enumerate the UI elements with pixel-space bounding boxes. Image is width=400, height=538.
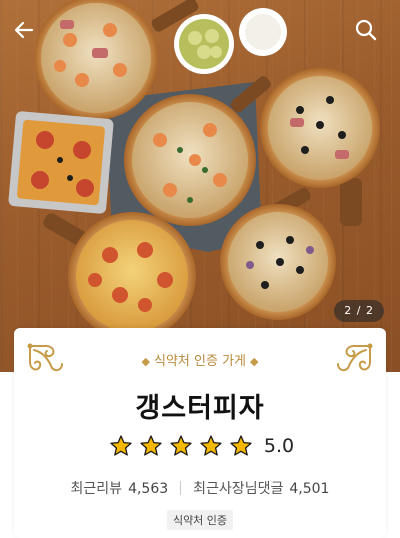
search-icon (355, 19, 377, 41)
owner-replies-label: 최근사장님댓글 (193, 481, 284, 497)
store-hero-image[interactable]: 2 / 2 (0, 0, 400, 372)
owner-replies-link[interactable]: 최근사장님댓글 4,501 (193, 478, 329, 498)
star-icon (200, 435, 222, 456)
store-name: 갱스터피자 (135, 393, 265, 424)
recent-reviews-link[interactable]: 최근리뷰 4,563 (71, 478, 169, 498)
image-counter: 2 / 2 (334, 300, 384, 322)
back-arrow-icon (14, 21, 34, 39)
back-button[interactable] (12, 18, 44, 50)
certification-badge: 식약처 인증 (166, 510, 234, 530)
diamond-icon: ◆ (141, 355, 150, 368)
recent-reviews-label: 최근리뷰 (70, 481, 123, 497)
recent-reviews-count: 4,563 (128, 481, 169, 497)
rating-score: 5.0 (263, 435, 295, 457)
review-counts-row: 최근리뷰 4,563 최근사장님댓글 4,501 (14, 478, 386, 498)
diamond-icon: ◆ (250, 355, 259, 368)
certification-banner: ◆ 식약처 인증 가게 ◆ (14, 350, 386, 369)
star-icon (230, 435, 252, 456)
divider (180, 481, 182, 495)
certification-text: 식약처 인증 가게 (154, 354, 246, 369)
star-icon (110, 435, 132, 456)
store-info-card: ◆ 식약처 인증 가게 ◆ 갱스터피자 5.0 최근리뷰 4,563 최근사장님댓글 4… (14, 328, 386, 538)
rating-row[interactable]: 5.0 (14, 434, 386, 458)
star-icon (140, 435, 162, 456)
star-icon (170, 435, 192, 456)
search-button[interactable] (354, 18, 386, 50)
owner-replies-count: 4,501 (289, 481, 330, 497)
